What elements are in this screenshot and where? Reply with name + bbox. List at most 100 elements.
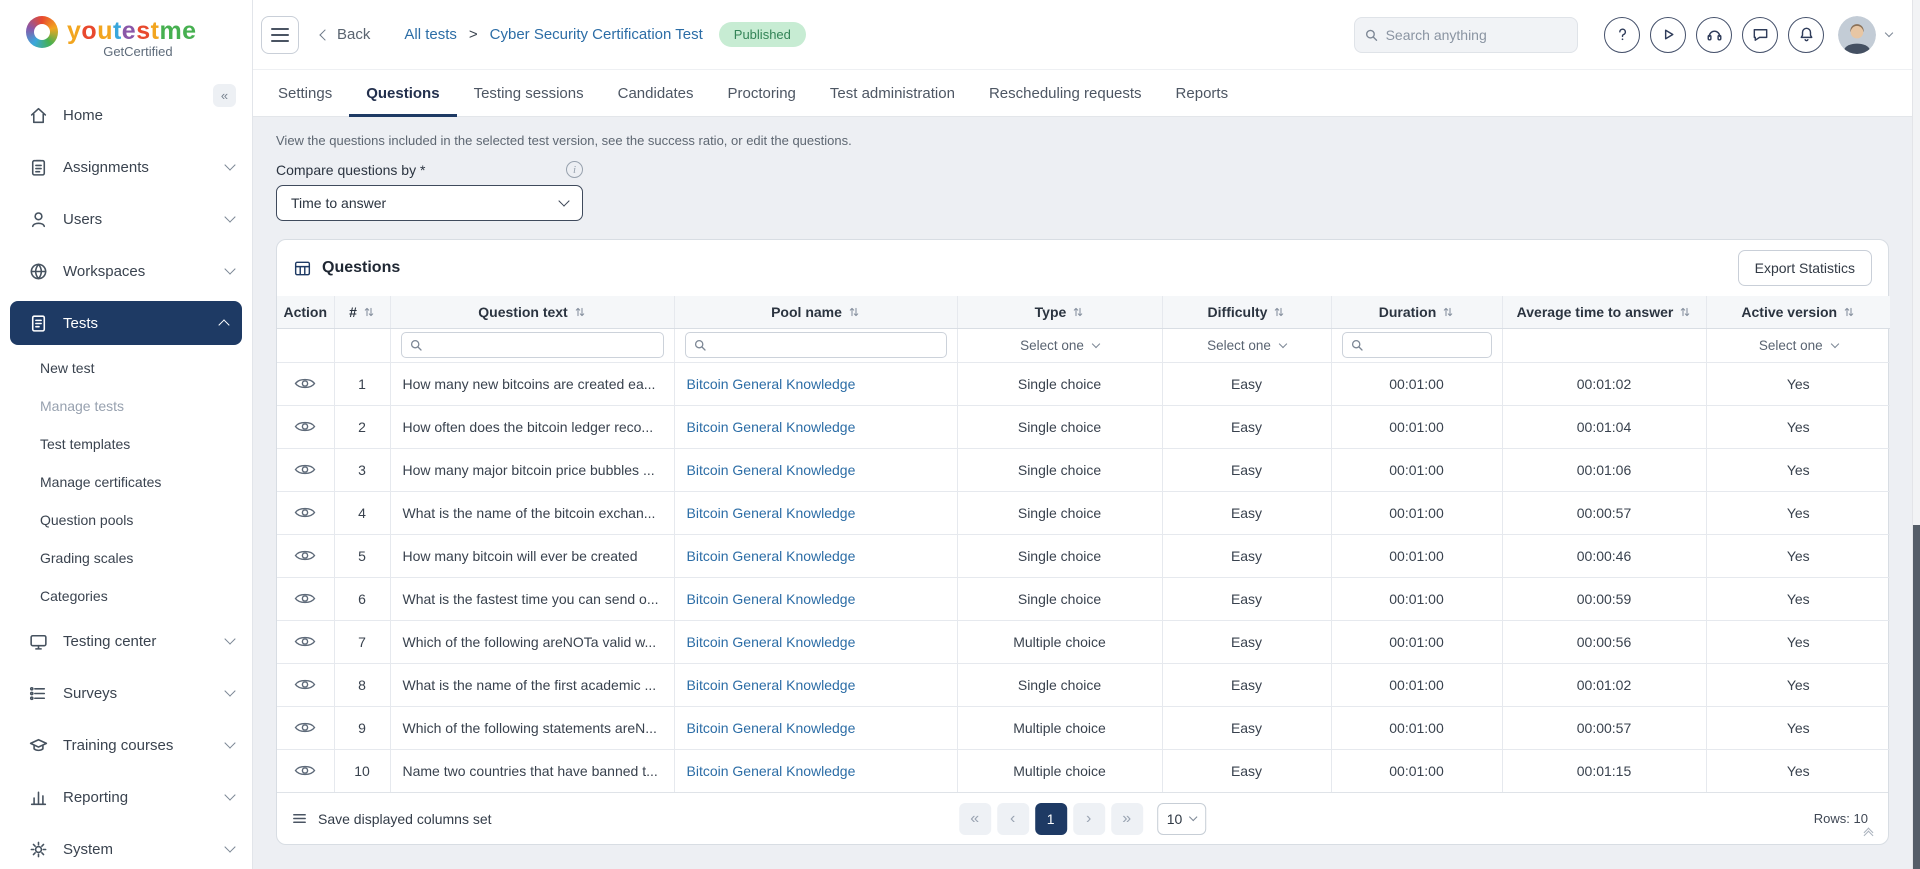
pagination-first-button[interactable]: « [959,803,991,835]
filter-duration[interactable] [1342,332,1492,358]
tab-reports[interactable]: Reports [1159,70,1246,116]
sidebar-item-tests[interactable]: Tests [10,301,242,345]
column-header-question-text[interactable]: Question text [390,296,674,328]
pool-name-link[interactable]: Bitcoin General Knowledge [687,591,856,607]
sidebar-item-users[interactable]: Users [0,193,252,245]
sidebar-subitem-manage-certificates[interactable]: Manage certificates [0,463,252,501]
pagination-prev-button[interactable]: ‹ [997,803,1029,835]
play-button[interactable] [1650,17,1686,53]
window-scrollbar[interactable] [1912,0,1920,869]
sidebar-item-reporting[interactable]: Reporting [0,771,252,823]
sidebar-item-training-courses[interactable]: Training courses [0,719,252,771]
filter-pool-name[interactable] [685,332,947,358]
sort-icon[interactable] [1273,306,1285,318]
sidebar-item-surveys[interactable]: Surveys [0,667,252,719]
user-menu-chevron-icon[interactable] [1885,29,1893,37]
sort-icon[interactable] [1843,306,1855,318]
pagination-page-1-button[interactable]: 1 [1035,803,1067,835]
sidebar-collapse-button[interactable]: « [213,84,236,107]
pool-name-link[interactable]: Bitcoin General Knowledge [687,677,856,693]
sidebar-item-workspaces[interactable]: Workspaces [0,245,252,297]
tab-questions[interactable]: Questions [349,70,456,116]
view-question-button[interactable] [277,492,334,534]
info-icon[interactable]: i [566,161,583,178]
user-avatar[interactable] [1838,16,1876,54]
rows-per-page-select[interactable]: 10 [1157,803,1207,835]
view-question-button[interactable] [277,707,334,749]
column-header-average-time-to-answer[interactable]: Average time to answer [1502,296,1706,328]
sidebar-subitem-grading-scales[interactable]: Grading scales [0,539,252,577]
sidebar-item-system[interactable]: System [0,823,252,869]
sort-icon[interactable] [1442,306,1454,318]
breadcrumb-current-test-link[interactable]: Cyber Security Certification Test [490,26,703,43]
window-scrollbar-thumb[interactable] [1913,525,1920,869]
question-text: Name two countries that have banned t... [390,749,674,792]
tab-rescheduling-requests[interactable]: Rescheduling requests [972,70,1159,116]
bell-button[interactable] [1788,17,1824,53]
menu-toggle-button[interactable] [261,16,299,54]
column-header-active-version[interactable]: Active version [1706,296,1890,328]
filter-active-version-select[interactable]: Select one [1707,338,1891,353]
sidebar-item-assignments[interactable]: Assignments [0,141,252,193]
scroll-to-top-button[interactable] [1856,824,1880,844]
filter-pool-name-input[interactable] [712,338,938,353]
filter-duration-input[interactable] [1369,338,1483,353]
save-columns-button[interactable]: Save displayed columns set [291,810,492,827]
headset-button[interactable] [1696,17,1732,53]
filter-type-select[interactable]: Select one [958,338,1162,353]
sort-icon[interactable] [848,306,860,318]
tab-testing-sessions[interactable]: Testing sessions [457,70,601,116]
back-button[interactable]: Back [321,26,370,43]
filter-difficulty-select[interactable]: Select one [1163,338,1331,353]
view-question-button[interactable] [277,406,334,448]
tab-candidates[interactable]: Candidates [601,70,711,116]
pool-name-link[interactable]: Bitcoin General Knowledge [687,763,856,779]
view-question-button[interactable] [277,363,334,405]
export-statistics-button[interactable]: Export Statistics [1738,250,1872,286]
view-question-button[interactable] [277,664,334,706]
search-input[interactable] [1386,27,1567,43]
sidebar-subitem-test-templates[interactable]: Test templates [0,425,252,463]
pagination-next-button[interactable]: › [1073,803,1105,835]
sidebar-item-testing-center[interactable]: Testing center [0,615,252,667]
pool-name-link[interactable]: Bitcoin General Knowledge [687,505,856,521]
column-header-type[interactable]: Type [957,296,1162,328]
pool-name-link[interactable]: Bitcoin General Knowledge [687,634,856,650]
sort-icon[interactable] [1679,306,1691,318]
view-question-button[interactable] [277,449,334,491]
view-question-button[interactable] [277,750,334,793]
column-header-pool-name[interactable]: Pool name [674,296,957,328]
column-header-number[interactable]: # [334,296,390,328]
question-type: Single choice [957,663,1162,706]
question-number: 2 [334,405,390,448]
chat-button[interactable] [1742,17,1778,53]
column-header-difficulty[interactable]: Difficulty [1162,296,1331,328]
view-question-button[interactable] [277,621,334,663]
pool-name-link[interactable]: Bitcoin General Knowledge [687,720,856,736]
column-header-duration[interactable]: Duration [1331,296,1502,328]
pool-name-link[interactable]: Bitcoin General Knowledge [687,419,856,435]
sidebar-subitem-manage-tests[interactable]: Manage tests [0,387,252,425]
sidebar-subitem-categories[interactable]: Categories [0,577,252,615]
sidebar-subitem-question-pools[interactable]: Question pools [0,501,252,539]
filter-question-text-input[interactable] [428,338,655,353]
sort-icon[interactable] [1072,306,1084,318]
pagination-last-button[interactable]: » [1111,803,1143,835]
view-question-button[interactable] [277,535,334,577]
pool-name-link[interactable]: Bitcoin General Knowledge [687,548,856,564]
pool-name-link[interactable]: Bitcoin General Knowledge [687,376,856,392]
sidebar-subitem-new-test[interactable]: New test [0,349,252,387]
question-active-version: Yes [1706,663,1890,706]
sort-icon[interactable] [574,306,586,318]
filter-question-text[interactable] [401,332,664,358]
tab-proctoring[interactable]: Proctoring [711,70,813,116]
compare-questions-select[interactable]: Time to answer [276,185,583,221]
help-button[interactable] [1604,17,1640,53]
global-search[interactable] [1354,17,1578,53]
pool-name-link[interactable]: Bitcoin General Knowledge [687,462,856,478]
tab-test-administration[interactable]: Test administration [813,70,972,116]
view-question-button[interactable] [277,578,334,620]
sort-icon[interactable] [363,306,375,318]
breadcrumb-all-tests-link[interactable]: All tests [404,26,457,43]
tab-settings[interactable]: Settings [261,70,349,116]
